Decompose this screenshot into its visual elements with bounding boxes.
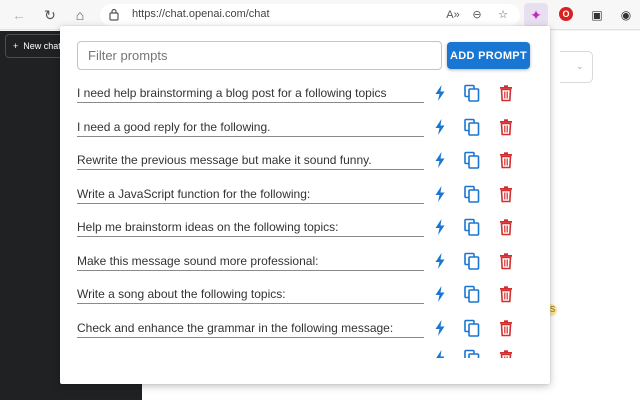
zoom-icon[interactable]: ⊖ — [469, 7, 485, 23]
delete-icon[interactable] — [496, 318, 516, 338]
copy-icon[interactable] — [462, 184, 482, 204]
copy-icon[interactable] — [462, 150, 482, 170]
copy-icon[interactable] — [462, 251, 482, 271]
url-text[interactable]: https://chat.openai.com/chat — [132, 8, 270, 20]
collections-icon[interactable]: ▣ — [589, 7, 605, 23]
prompt-row: Check and enhance the grammar in the fol… — [60, 313, 550, 347]
prompt-row: I need a good reply for the following. — [60, 112, 550, 146]
prompt-row: I need help brainstorming a blog post fo… — [60, 78, 550, 112]
run-prompt-icon[interactable] — [430, 150, 450, 170]
lock-icon — [109, 8, 119, 21]
copy-icon[interactable] — [462, 348, 482, 358]
address-bar[interactable]: https://chat.openai.com/chat A» ⊖ ☆ — [100, 4, 520, 26]
run-prompt-icon[interactable] — [430, 83, 450, 103]
prompt-text[interactable]: Write a JavaScript function for the foll… — [77, 186, 424, 204]
prompt-text[interactable]: Help me brainstorm ideas on the followin… — [77, 219, 424, 237]
prompt-text[interactable]: Rewrite the previous message but make it… — [77, 152, 424, 170]
extension-red-icon[interactable]: O — [559, 7, 573, 21]
home-icon[interactable]: ⌂ — [72, 7, 88, 23]
new-chat-label: New chat — [23, 41, 61, 51]
delete-icon[interactable] — [496, 184, 516, 204]
delete-icon[interactable] — [496, 348, 516, 358]
copy-icon[interactable] — [462, 318, 482, 338]
prompt-row-partial — [60, 346, 550, 358]
prompt-row: Make this message sound more professiona… — [60, 246, 550, 280]
prompt-text[interactable]: Check and enhance the grammar in the fol… — [77, 320, 424, 338]
chevron-down-icon: ⌄ — [576, 61, 584, 71]
run-prompt-icon[interactable] — [430, 184, 450, 204]
copy-icon[interactable] — [462, 117, 482, 137]
delete-icon[interactable] — [496, 217, 516, 237]
profile-icon[interactable]: ◉ — [618, 7, 634, 23]
run-prompt-icon[interactable] — [430, 284, 450, 304]
delete-icon[interactable] — [496, 117, 516, 137]
prompt-text[interactable]: I need a good reply for the following. — [77, 119, 424, 137]
delete-icon[interactable] — [496, 150, 516, 170]
prompt-row: Help me brainstorm ideas on the followin… — [60, 212, 550, 246]
prompt-text[interactable]: Write a song about the following topics: — [77, 286, 424, 304]
run-prompt-icon[interactable] — [430, 348, 450, 358]
filter-prompts-input[interactable] — [77, 41, 442, 70]
prompt-text[interactable]: I need help brainstorming a blog post fo… — [77, 85, 424, 103]
prompt-row: Write a song about the following topics: — [60, 279, 550, 313]
copy-icon[interactable] — [462, 217, 482, 237]
delete-icon[interactable] — [496, 83, 516, 103]
back-arrow-icon[interactable]: ← — [11, 7, 27, 23]
delete-icon[interactable] — [496, 251, 516, 271]
reload-icon[interactable]: ↻ — [42, 7, 58, 23]
run-prompt-icon[interactable] — [430, 217, 450, 237]
read-aloud-icon[interactable]: A» — [445, 7, 461, 23]
extension-active-icon[interactable]: ✦ — [524, 3, 548, 27]
run-prompt-icon[interactable] — [430, 251, 450, 271]
model-select[interactable]: ⌄ — [560, 51, 593, 83]
run-prompt-icon[interactable] — [430, 117, 450, 137]
delete-icon[interactable] — [496, 284, 516, 304]
copy-icon[interactable] — [462, 284, 482, 304]
add-prompt-button[interactable]: ADD PROMPT — [447, 42, 530, 69]
plus-icon: + — [13, 41, 19, 51]
prompt-text[interactable]: Make this message sound more professiona… — [77, 253, 424, 271]
run-prompt-icon[interactable] — [430, 318, 450, 338]
favorite-icon[interactable]: ☆ — [495, 7, 511, 23]
copy-icon[interactable] — [462, 83, 482, 103]
prompt-row: Write a JavaScript function for the foll… — [60, 179, 550, 213]
prompt-list: I need help brainstorming a blog post fo… — [60, 78, 550, 358]
prompt-row: Rewrite the previous message but make it… — [60, 145, 550, 179]
prompts-popup: ADD PROMPT I need help brainstorming a b… — [60, 26, 550, 384]
